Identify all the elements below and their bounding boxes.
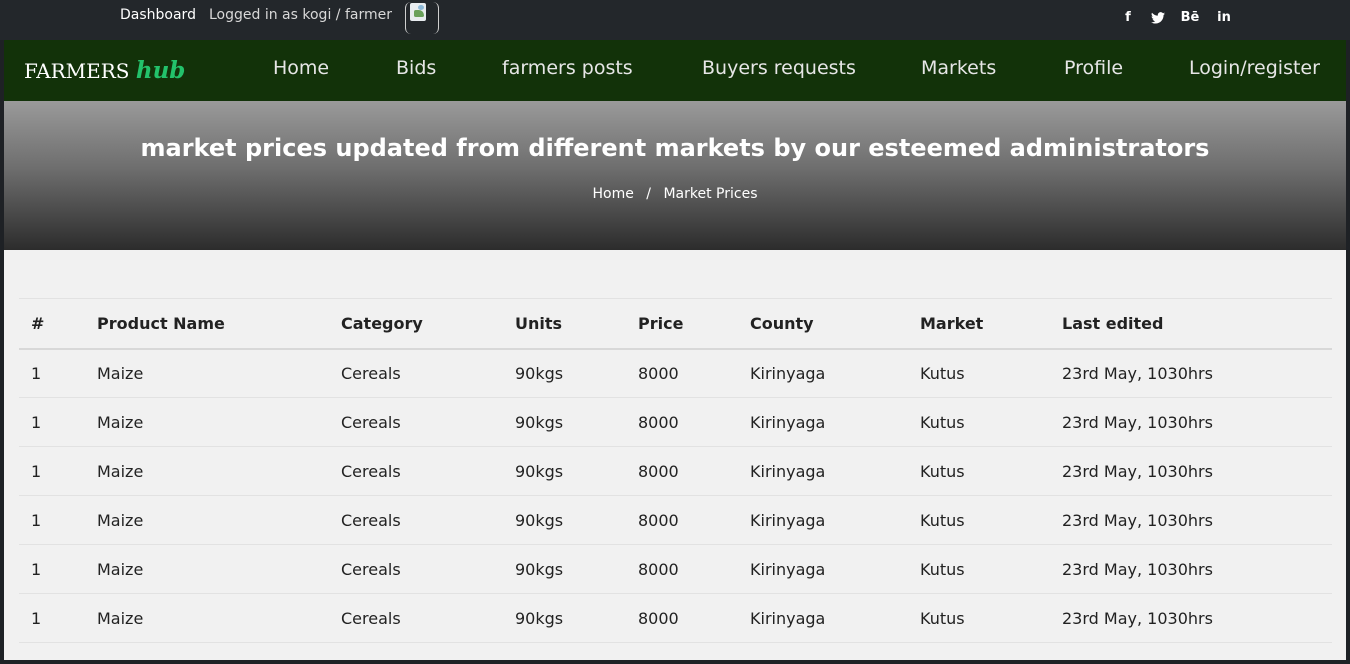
nav-markets[interactable]: Markets bbox=[921, 57, 996, 79]
table-cell: 23rd May, 1030hrs bbox=[1050, 495, 1332, 545]
table-cell: Kirinyaga bbox=[738, 495, 908, 545]
table-row: 1 Maize Cereals 90kgs 8000 Kirinyaga Kutus 23rd… bbox=[19, 348, 1332, 398]
page-title: market prices updated from different mar… bbox=[140, 134, 1210, 162]
table-cell: 1 bbox=[19, 446, 85, 496]
brand-logo[interactable]: FARMERS hub bbox=[24, 57, 185, 84]
table-cell: Kutus bbox=[908, 593, 1050, 643]
table-cell: Cereals bbox=[329, 495, 503, 545]
table-cell: Kutus bbox=[908, 348, 1050, 398]
nav-home[interactable]: Home bbox=[273, 57, 329, 79]
column-header[interactable]: County bbox=[738, 298, 908, 350]
table-row: 1 Maize Cereals 90kgs 8000 Kirinyaga Kutus 23rd… bbox=[19, 544, 1332, 594]
nav-profile[interactable]: Profile bbox=[1064, 57, 1123, 79]
nav-buyers-requests[interactable]: Buyers requests bbox=[702, 57, 856, 79]
table-cell: Cereals bbox=[329, 446, 503, 496]
table-cell: Kutus bbox=[908, 544, 1050, 594]
column-header[interactable]: Category bbox=[329, 298, 503, 350]
table-cell: 23rd May, 1030hrs bbox=[1050, 544, 1332, 594]
table-cell: Maize bbox=[85, 446, 329, 496]
table-row: 1 Maize Cereals 90kgs 8000 Kirinyaga Kutus 23rd… bbox=[19, 495, 1332, 545]
table-cell: 1 bbox=[19, 544, 85, 594]
table-row: 1 Maize Cereals 90kgs 8000 Kirinyaga Kutus 23rd… bbox=[19, 446, 1332, 496]
facebook-icon[interactable]: f bbox=[1118, 10, 1138, 25]
table-cell: 1 bbox=[19, 397, 85, 447]
behance-icon[interactable]: Bē bbox=[1180, 10, 1200, 25]
table-cell: 90kgs bbox=[503, 397, 626, 447]
table-cell: 8000 bbox=[626, 544, 738, 594]
table-cell: Cereals bbox=[329, 544, 503, 594]
nav-login-register[interactable]: Login/register bbox=[1189, 57, 1320, 79]
main-navbar: FARMERS hub Home Bids farmers posts Buye… bbox=[4, 40, 1346, 101]
brand-accent: hub bbox=[135, 57, 186, 84]
nav-farmers-posts[interactable]: farmers posts bbox=[502, 57, 633, 79]
table-cell: Kutus bbox=[908, 495, 1050, 545]
table-cell: 23rd May, 1030hrs bbox=[1050, 348, 1332, 398]
table-body: 1 Maize Cereals 90kgs 8000 Kirinyaga Kutus 23rd… bbox=[19, 348, 1332, 643]
table-cell: Maize bbox=[85, 593, 329, 643]
table-cell: Cereals bbox=[329, 397, 503, 447]
table-cell: Cereals bbox=[329, 593, 503, 643]
table-cell: 8000 bbox=[626, 593, 738, 643]
table-cell: 1 bbox=[19, 593, 85, 643]
table-cell: Kirinyaga bbox=[738, 446, 908, 496]
logged-in-status: Logged in as kogi / farmer bbox=[209, 7, 392, 23]
table-cell: Cereals bbox=[329, 348, 503, 398]
table-cell: 8000 bbox=[626, 495, 738, 545]
market-prices-table-container: # Product Name Category Units Price Coun… bbox=[19, 298, 1332, 643]
table-cell: Maize bbox=[85, 348, 329, 398]
column-header[interactable]: Last edited bbox=[1050, 298, 1332, 350]
table-cell: Kirinyaga bbox=[738, 348, 908, 398]
market-prices-table: # Product Name Category Units Price Coun… bbox=[19, 298, 1332, 643]
broken-image-icon bbox=[410, 3, 426, 21]
table-cell: 23rd May, 1030hrs bbox=[1050, 446, 1332, 496]
table-cell: Kutus bbox=[908, 446, 1050, 496]
top-bar: Dashboard Logged in as kogi / farmer f B… bbox=[0, 0, 1350, 40]
breadcrumb-home[interactable]: Home bbox=[593, 186, 634, 202]
column-header[interactable]: Market bbox=[908, 298, 1050, 350]
table-cell: Kirinyaga bbox=[738, 593, 908, 643]
table-cell: 90kgs bbox=[503, 446, 626, 496]
brand-name: FARMERS bbox=[24, 59, 130, 83]
table-cell: Kirinyaga bbox=[738, 544, 908, 594]
table-cell: 90kgs bbox=[503, 348, 626, 398]
page-banner: market prices updated from different mar… bbox=[4, 101, 1346, 250]
dashboard-link[interactable]: Dashboard bbox=[120, 7, 196, 23]
column-header[interactable]: # bbox=[19, 298, 85, 350]
table-row: 1 Maize Cereals 90kgs 8000 Kirinyaga Kutus 23rd… bbox=[19, 397, 1332, 447]
table-cell: 8000 bbox=[626, 446, 738, 496]
column-header[interactable]: Units bbox=[503, 298, 626, 350]
linkedin-icon[interactable]: in bbox=[1214, 10, 1234, 25]
table-cell: 8000 bbox=[626, 348, 738, 398]
column-header[interactable]: Price bbox=[626, 298, 738, 350]
table-cell: 90kgs bbox=[503, 593, 626, 643]
table-header-row: # Product Name Category Units Price Coun… bbox=[19, 298, 1332, 350]
table-cell: 8000 bbox=[626, 397, 738, 447]
table-cell: 23rd May, 1030hrs bbox=[1050, 593, 1332, 643]
table-cell: 1 bbox=[19, 495, 85, 545]
table-cell: Maize bbox=[85, 544, 329, 594]
avatar[interactable] bbox=[405, 2, 439, 34]
table-cell: Maize bbox=[85, 495, 329, 545]
breadcrumb-current: Market Prices bbox=[663, 186, 758, 202]
breadcrumb: Home / Market Prices bbox=[4, 186, 1346, 202]
nav-bids[interactable]: Bids bbox=[396, 57, 436, 79]
column-header[interactable]: Product Name bbox=[85, 298, 329, 350]
breadcrumb-separator: / bbox=[646, 186, 652, 202]
table-cell: 90kgs bbox=[503, 544, 626, 594]
table-cell: 1 bbox=[19, 348, 85, 398]
table-cell: Maize bbox=[85, 397, 329, 447]
table-cell: Kirinyaga bbox=[738, 397, 908, 447]
table-cell: 23rd May, 1030hrs bbox=[1050, 397, 1332, 447]
table-cell: Kutus bbox=[908, 397, 1050, 447]
table-cell: 90kgs bbox=[503, 495, 626, 545]
twitter-icon[interactable] bbox=[1148, 10, 1168, 25]
table-row: 1 Maize Cereals 90kgs 8000 Kirinyaga Kutus 23rd… bbox=[19, 593, 1332, 643]
